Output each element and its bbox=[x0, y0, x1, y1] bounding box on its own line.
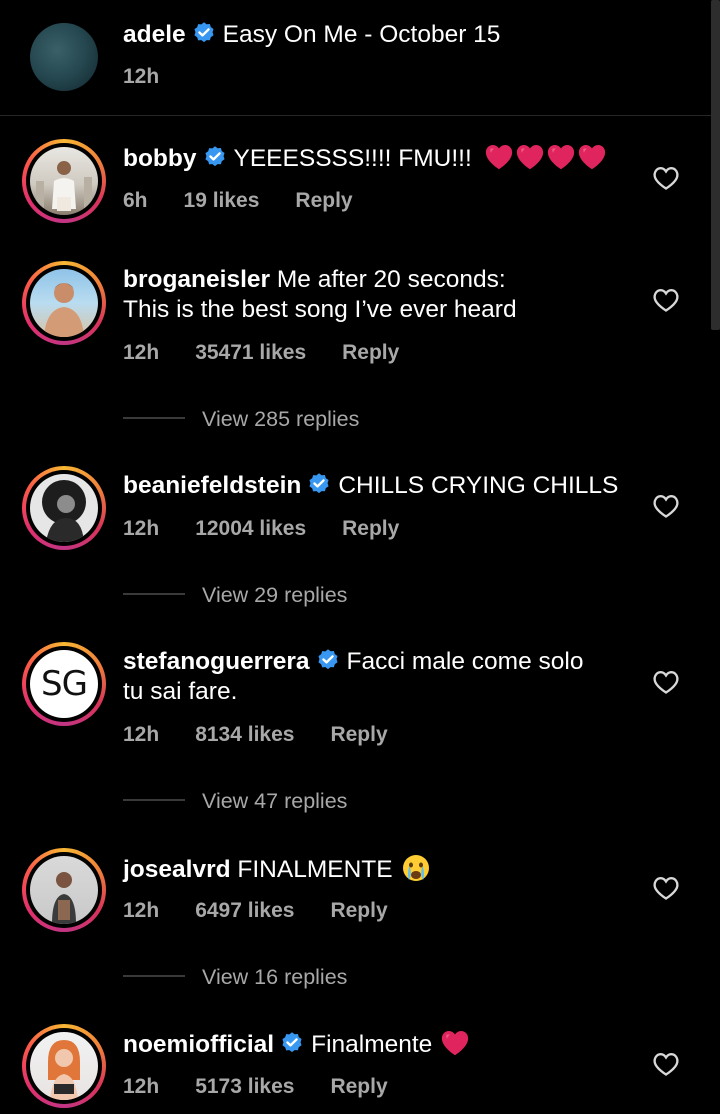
comment-meta: 6h 19 likes Reply bbox=[123, 188, 389, 214]
view-replies-button[interactable]: View 16 replies bbox=[202, 964, 347, 990]
comment-text: Me after 20 seconds: bbox=[276, 266, 506, 293]
view-replies-line bbox=[123, 975, 185, 977]
comment-text-line-2: This is the best song I’ve ever heard bbox=[123, 295, 517, 325]
scrollbar[interactable] bbox=[711, 0, 720, 330]
caption-line: adele Easy On Me - October 15 bbox=[123, 20, 500, 50]
avatar[interactable] bbox=[22, 848, 106, 932]
comment-meta: 12h 8134 likes Reply bbox=[123, 722, 424, 748]
avatar[interactable] bbox=[22, 1024, 106, 1108]
post-caption: adele Easy On Me - October 15 12h bbox=[0, 0, 720, 116]
red-heart-icon bbox=[484, 143, 514, 170]
like-count[interactable]: 8134 likes bbox=[195, 723, 294, 746]
verified-icon bbox=[306, 472, 332, 498]
comment-text: FINALMENTE bbox=[237, 856, 393, 883]
reply-button[interactable]: Reply bbox=[330, 1075, 387, 1098]
comment-time: 12h bbox=[123, 899, 160, 922]
red-heart-icon bbox=[515, 143, 545, 170]
comment-time: 12h bbox=[123, 517, 160, 540]
caption-time: 12h bbox=[123, 65, 160, 88]
crying-face-emoji-icon bbox=[403, 855, 430, 881]
comment-time: 12h bbox=[123, 723, 160, 746]
like-count[interactable]: 35471 likes bbox=[195, 341, 306, 364]
like-count[interactable]: 6497 likes bbox=[195, 899, 294, 922]
like-heart-icon[interactable] bbox=[652, 287, 680, 313]
comment-text-line: stefanoguerrera Facci male come solo bbox=[123, 647, 583, 677]
caption-meta: 12h bbox=[123, 64, 195, 90]
comment-username[interactable]: bobby bbox=[123, 145, 197, 172]
verified-icon bbox=[315, 648, 341, 674]
verified-icon bbox=[202, 145, 228, 171]
like-count[interactable]: 12004 likes bbox=[195, 517, 306, 540]
comment-username[interactable]: stefanoguerrera bbox=[123, 648, 310, 675]
comment-text: This is the best song I’ve ever heard bbox=[123, 296, 517, 323]
comment-time: 12h bbox=[123, 1075, 160, 1098]
comment-text: tu sai fare. bbox=[123, 678, 238, 705]
avatar-initials: SG bbox=[41, 664, 88, 704]
comment-text: Facci male come solo bbox=[346, 648, 584, 675]
comment-text: Finalmente bbox=[311, 1031, 433, 1058]
like-count[interactable]: 5173 likes bbox=[195, 1075, 294, 1098]
comment-meta: 12h 35471 likes Reply bbox=[123, 340, 435, 366]
avatar[interactable]: SG bbox=[22, 642, 106, 726]
verified-icon bbox=[279, 1031, 305, 1057]
caption-username[interactable]: adele bbox=[123, 21, 186, 48]
view-replies-line bbox=[123, 593, 185, 595]
view-replies-button[interactable]: View 29 replies bbox=[202, 582, 347, 608]
comment-username[interactable]: broganeisler bbox=[123, 266, 270, 293]
comment-text-line: noemiofficial Finalmente bbox=[123, 1029, 470, 1060]
like-heart-icon[interactable] bbox=[652, 493, 680, 519]
like-heart-icon[interactable] bbox=[652, 165, 680, 191]
comment-time: 12h bbox=[123, 341, 160, 364]
reply-button[interactable]: Reply bbox=[330, 899, 387, 922]
comment-username[interactable]: josealvrd bbox=[123, 856, 231, 883]
view-replies-button[interactable]: View 285 replies bbox=[202, 406, 359, 432]
avatar[interactable] bbox=[22, 466, 106, 550]
reply-button[interactable]: Reply bbox=[295, 189, 352, 212]
comment-text: CHILLS CRYING CHILLS bbox=[338, 472, 619, 499]
avatar[interactable] bbox=[22, 261, 106, 345]
view-replies-line bbox=[123, 417, 185, 419]
reply-button[interactable]: Reply bbox=[330, 723, 387, 746]
reply-button[interactable]: Reply bbox=[342, 341, 399, 364]
comment-text-line-2: tu sai fare. bbox=[123, 677, 237, 707]
comment-text-line: josealvrd FINALMENTE bbox=[123, 853, 431, 885]
red-heart-icon bbox=[546, 143, 576, 170]
avatar[interactable] bbox=[30, 23, 98, 91]
comment-text-line: broganeisler Me after 20 seconds: bbox=[123, 265, 506, 295]
comment-meta: 12h 5173 likes Reply bbox=[123, 1074, 424, 1100]
like-count[interactable]: 19 likes bbox=[184, 189, 260, 212]
comment-text-line: bobby YEEESSSS!!!! FMU!!! bbox=[123, 143, 607, 174]
like-heart-icon[interactable] bbox=[652, 669, 680, 695]
like-heart-icon[interactable] bbox=[652, 875, 680, 901]
reply-button[interactable]: Reply bbox=[342, 517, 399, 540]
like-heart-icon[interactable] bbox=[652, 1051, 680, 1077]
comment-time: 6h bbox=[123, 189, 148, 212]
verified-icon bbox=[191, 21, 217, 47]
comment-username[interactable]: beaniefeldstein bbox=[123, 472, 301, 499]
divider bbox=[0, 115, 720, 116]
comment-text-line: beaniefeldstein CHILLS CRYING CHILLS bbox=[123, 471, 618, 501]
red-heart-icon bbox=[440, 1029, 470, 1056]
comment-text: YEEESSSS!!!! FMU!!! bbox=[233, 145, 472, 172]
view-replies-button[interactable]: View 47 replies bbox=[202, 788, 347, 814]
red-heart-icon bbox=[577, 143, 607, 170]
comment-meta: 12h 12004 likes Reply bbox=[123, 516, 435, 542]
comment-meta: 12h 6497 likes Reply bbox=[123, 898, 424, 924]
red-hearts-emoji-icon bbox=[483, 145, 607, 172]
avatar[interactable] bbox=[22, 139, 106, 223]
caption-text: Easy On Me - October 15 bbox=[222, 21, 501, 48]
comment-username[interactable]: noemiofficial bbox=[123, 1031, 274, 1058]
view-replies-line bbox=[123, 799, 185, 801]
